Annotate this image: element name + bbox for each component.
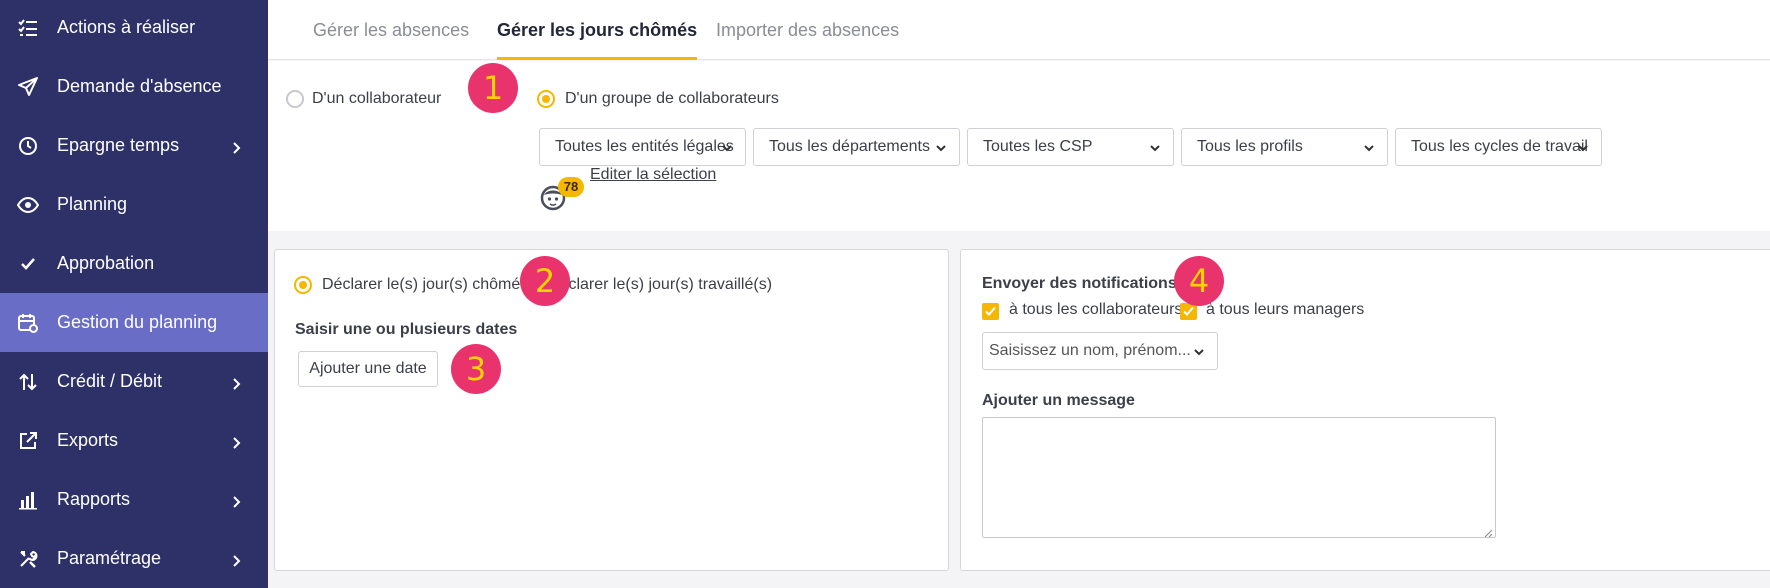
sidebar-item-label: Rapports xyxy=(57,489,131,509)
checkbox-all-employees-label: à tous les collaborateurs xyxy=(1009,301,1183,318)
chevron-right-icon xyxy=(230,375,244,390)
annotation-marker-4: 4 xyxy=(1174,256,1224,306)
sidebar-item-planning-management[interactable]: Gestion du planning xyxy=(0,293,268,352)
filter-profiles[interactable]: Tous les profils xyxy=(1181,128,1388,166)
message-textarea[interactable] xyxy=(982,417,1496,538)
sidebar-item-label: Demande d'absence xyxy=(57,76,222,96)
radio-declare-working-days-label[interactable]: Déclarer le(s) jour(s) travaillé(s) xyxy=(548,276,772,294)
dates-label: Saisir une ou plusieurs dates xyxy=(295,321,518,338)
sidebar-item-label: Crédit / Débit xyxy=(57,371,163,391)
filter-legal-entities[interactable]: Toutes les entités légales xyxy=(539,128,746,166)
filter-work-cycles[interactable]: Tous les cycles de travail xyxy=(1395,128,1602,166)
sidebar-item-time-savings[interactable]: Epargne temps xyxy=(0,116,268,175)
annotation-marker-3: 3 xyxy=(451,344,501,394)
radio-single-employee[interactable] xyxy=(286,90,304,108)
chevron-down-icon xyxy=(1149,141,1161,153)
sidebar-item-label: Epargne temps xyxy=(57,135,180,155)
clock-icon xyxy=(17,135,39,157)
edit-selection-link[interactable]: Editer la sélection xyxy=(590,166,716,184)
chevron-down-icon xyxy=(1193,345,1205,357)
chevron-right-icon xyxy=(230,139,244,154)
chevron-right-icon xyxy=(230,552,244,567)
sidebar-item-label: Exports xyxy=(57,430,119,450)
paper-plane-icon xyxy=(17,76,39,98)
filter-csp[interactable]: Toutes les CSP xyxy=(967,128,1174,166)
filter-value: Tous les profils xyxy=(1197,138,1303,155)
calendar-gear-icon xyxy=(17,312,39,334)
add-date-button[interactable]: Ajouter une date xyxy=(298,351,438,387)
chevron-down-icon xyxy=(1363,141,1375,153)
chevron-down-icon xyxy=(935,141,947,153)
sidebar-item-label: Gestion du planning xyxy=(57,312,218,332)
tools-icon xyxy=(17,548,39,570)
sidebar-item-settings[interactable]: Paramétrage xyxy=(0,529,268,588)
filter-value: Tous les départements xyxy=(769,138,930,155)
external-link-icon xyxy=(17,430,39,452)
filter-value: Toutes les CSP xyxy=(983,138,1093,155)
sidebar: Actions à réaliser Demande d'absence Epa… xyxy=(0,0,268,588)
sidebar-item-label: Approbation xyxy=(57,253,155,273)
checkmark-icon xyxy=(17,253,39,275)
radio-employee-group-label: D'un groupe de collaborateurs xyxy=(565,90,779,107)
filter-departments[interactable]: Tous les départements xyxy=(753,128,960,166)
tab-manage-absences[interactable]: Gérer les absences xyxy=(313,0,469,60)
radio-declare-off-days-label: Déclarer le(s) jour(s) chômé(s) xyxy=(322,276,539,293)
annotation-marker-1: 1 xyxy=(468,63,518,113)
sidebar-item-exports[interactable]: Exports xyxy=(0,411,268,470)
sidebar-item-actions[interactable]: Actions à réaliser xyxy=(0,0,268,57)
sidebar-item-label: Actions à réaliser xyxy=(57,17,196,37)
radio-single-employee-label: D'un collaborateur xyxy=(312,90,442,107)
sidebar-item-label: Planning xyxy=(57,194,128,214)
checkbox-all-employees[interactable] xyxy=(982,303,999,320)
chevron-down-icon xyxy=(1577,141,1589,153)
notifications-card: Envoyer des notifications à tous les col… xyxy=(960,249,1770,571)
eye-icon xyxy=(17,194,39,216)
selection-count-badge: 78 xyxy=(558,177,584,197)
tab-import-absences[interactable]: Importer des absences xyxy=(716,0,899,60)
chevron-right-icon xyxy=(230,493,244,508)
chevron-right-icon xyxy=(230,434,244,449)
recipient-select[interactable]: Saisissez un nom, prénom... xyxy=(982,332,1218,370)
sidebar-item-absence-request[interactable]: Demande d'absence xyxy=(0,57,268,116)
sidebar-item-planning[interactable]: Planning xyxy=(0,175,268,234)
checkbox-all-managers-label: à tous leurs managers xyxy=(1206,301,1365,318)
radio-employee-group[interactable] xyxy=(537,90,555,108)
annotation-marker-2: 2 xyxy=(520,256,570,306)
up-down-arrows-icon xyxy=(17,371,39,393)
resize-handle-icon[interactable] xyxy=(1483,525,1493,538)
checklist-icon xyxy=(17,17,39,39)
message-label: Ajouter un message xyxy=(982,392,1135,409)
sidebar-item-reports[interactable]: Rapports xyxy=(0,470,268,529)
sidebar-item-credit-debit[interactable]: Crédit / Débit xyxy=(0,352,268,411)
notifications-label: Envoyer des notifications xyxy=(982,275,1177,292)
day-type-card: Déclarer le(s) jour(s) chômé(s) Déclarer… xyxy=(274,249,949,571)
radio-declare-off-days[interactable] xyxy=(294,276,312,294)
tab-manage-non-working-days[interactable]: Gérer les jours chômés xyxy=(497,0,698,60)
chevron-down-icon xyxy=(721,141,733,153)
recipient-placeholder: Saisissez un nom, prénom... xyxy=(989,342,1191,359)
filter-value: Tous les cycles de travail xyxy=(1411,138,1588,155)
filter-value: Toutes les entités légales xyxy=(555,138,734,155)
bar-chart-icon xyxy=(17,489,39,511)
sidebar-item-approval[interactable]: Approbation xyxy=(0,234,268,293)
sidebar-item-label: Paramétrage xyxy=(57,548,162,568)
tab-bar: Gérer les absences Gérer les jours chômé… xyxy=(268,0,1770,60)
